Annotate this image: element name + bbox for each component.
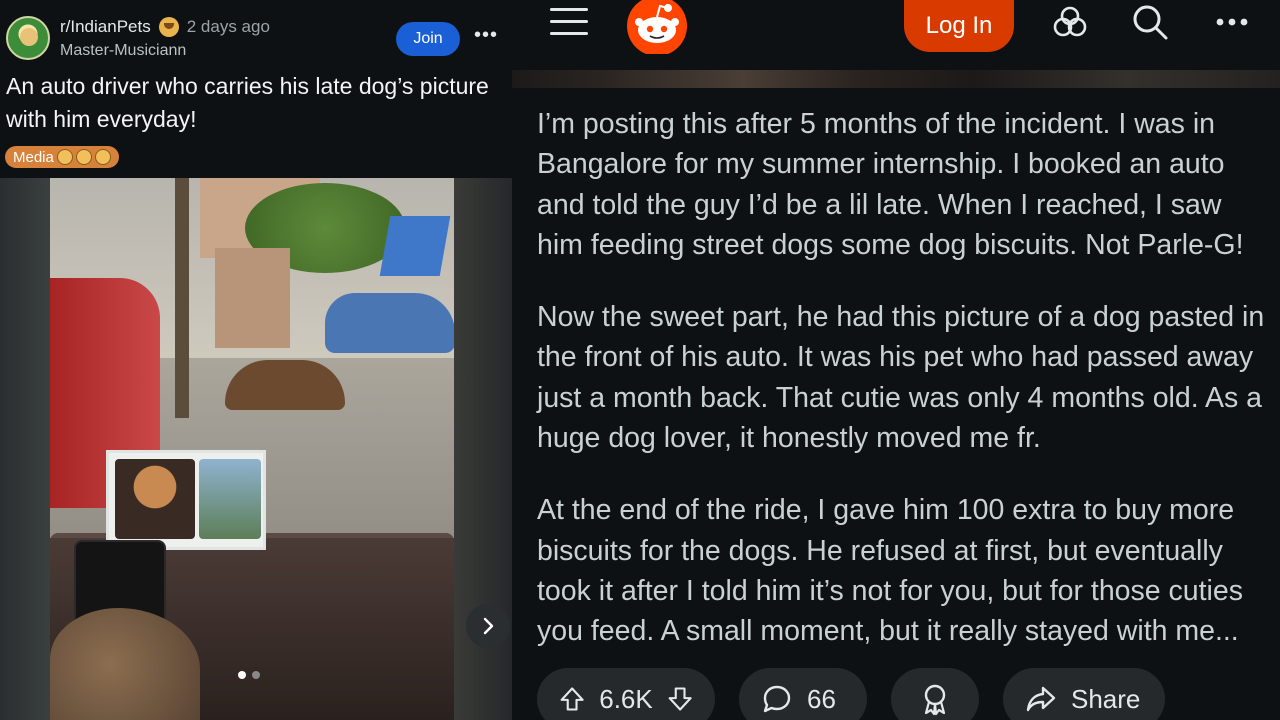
share-label: Share (1071, 683, 1141, 714)
dog-photo-frame (106, 450, 266, 550)
award-icon (924, 684, 946, 716)
carousel-dot[interactable] (252, 671, 260, 679)
flair-emoji-icon (56, 149, 73, 165)
vote-control: 6.6K (537, 668, 715, 720)
carousel-dot[interactable] (238, 671, 246, 679)
subreddit-avatar[interactable] (6, 16, 50, 60)
action-bar: 6.6K 66 Share (537, 668, 1165, 720)
post-author[interactable]: Master-Musiciann (60, 42, 186, 60)
menu-icon[interactable] (550, 8, 588, 38)
search-icon[interactable] (1130, 2, 1170, 42)
share-icon (1026, 686, 1056, 712)
carousel-next-button[interactable] (466, 604, 510, 648)
post-body: I’m posting this after 5 months of the i… (537, 104, 1272, 684)
more-icon[interactable] (1212, 2, 1252, 42)
post-time: 2 days ago (186, 17, 270, 36)
post-detail-view: Log In I’m posting this after 5 months o… (512, 0, 1280, 720)
comment-count: 66 (807, 683, 836, 714)
join-button[interactable]: Join (396, 22, 460, 56)
body-paragraph: I’m posting this after 5 months of the i… (537, 108, 1244, 261)
downvote-icon[interactable] (667, 684, 693, 714)
image-preview-strip (512, 70, 1280, 88)
share-button[interactable]: Share (1003, 668, 1165, 720)
carousel-indicator[interactable] (238, 671, 260, 679)
post-card: r/IndianPets 2 days ago Master-Musiciann… (0, 0, 512, 720)
subreddit-name[interactable]: r/IndianPets (60, 17, 151, 37)
post-more-icon[interactable]: ••• (474, 24, 498, 47)
doge-emoji-icon (158, 17, 179, 37)
vote-count: 6.6K (599, 683, 653, 714)
login-button[interactable]: Log In (904, 0, 1014, 52)
top-navbar: Log In (512, 0, 1280, 72)
flair-label: Media (13, 148, 54, 166)
flair-emoji-icon (75, 149, 92, 165)
flair-emoji-icon (94, 149, 111, 165)
body-paragraph: At the end of the ride, I gave him 100 e… (537, 494, 1243, 648)
post-header: r/IndianPets 2 days ago Master-Musiciann… (0, 0, 512, 178)
subreddit-line: r/IndianPets 2 days ago (60, 17, 270, 37)
reddit-logo[interactable] (624, 0, 690, 54)
post-image[interactable] (50, 178, 454, 720)
chevron-right-icon (483, 617, 494, 635)
media-blur-left (0, 178, 50, 720)
media-carousel[interactable] (0, 178, 512, 720)
post-flair[interactable]: Media (5, 146, 119, 168)
award-button[interactable] (891, 668, 979, 720)
comments-button[interactable]: 66 (739, 668, 867, 720)
communities-icon[interactable] (1050, 2, 1090, 42)
body-paragraph: Now the sweet part, he had this picture … (537, 301, 1265, 455)
comment-icon (763, 685, 791, 713)
upvote-icon[interactable] (559, 684, 585, 714)
post-title[interactable]: An auto driver who carries his late dog’… (6, 70, 496, 136)
